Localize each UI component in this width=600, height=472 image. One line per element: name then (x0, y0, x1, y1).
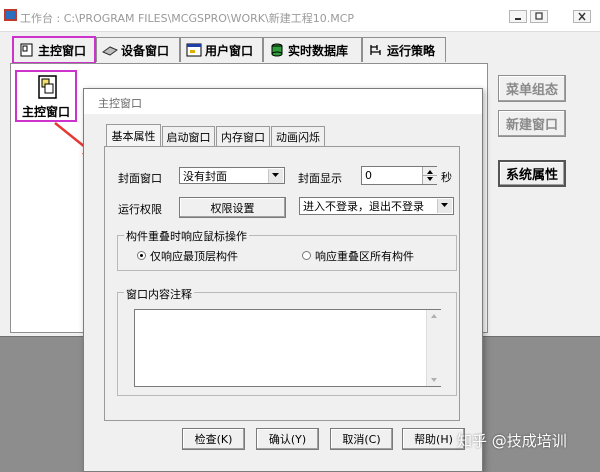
watermark: 知乎 @技成培训 (457, 432, 567, 450)
strategy-icon (370, 45, 381, 55)
new-window-button[interactable]: 新建窗口 (498, 110, 566, 137)
system-properties-button[interactable]: 系统属性 (498, 160, 566, 187)
permission-settings-button[interactable]: 权限设置 (179, 197, 286, 218)
window-comment-textarea[interactable] (134, 309, 441, 387)
cover-display-value: 0 (365, 169, 372, 182)
tab-label: 实时数据库 (288, 43, 349, 58)
check-button[interactable]: 检查(K) (182, 428, 245, 450)
database-icon (271, 43, 283, 57)
run-permission-label: 运行权限 (118, 203, 162, 216)
tab-memory-window[interactable]: 内存窗口 (216, 126, 270, 146)
main-window-item[interactable]: 主控窗口 (15, 70, 77, 122)
tab-basic-properties[interactable]: 基本属性 (106, 124, 161, 147)
comment-scrollbar[interactable] (426, 310, 441, 386)
main-window-icon (20, 43, 33, 57)
window-title: 工作台 : C:\PROGRAM FILES\MCGSPRO\WORK\新建工程… (20, 12, 355, 25)
tab-animation-blink[interactable]: 动画闪烁 (271, 126, 325, 146)
dialog-title: 主控窗口 (98, 97, 142, 110)
radio-all-overlap[interactable] (302, 251, 311, 260)
chevron-down-icon[interactable] (437, 199, 452, 213)
radio-top-layer[interactable] (137, 251, 146, 260)
cover-display-label: 封面显示 (298, 172, 342, 185)
chevron-down-icon[interactable] (268, 169, 283, 183)
tab-startup-window[interactable]: 启动窗口 (162, 126, 215, 146)
restore-button[interactable] (530, 10, 548, 23)
scroll-arrows-icon (431, 314, 437, 382)
menu-config-button[interactable]: 菜单组态 (498, 75, 566, 102)
login-mode-select[interactable]: 进入不登录，退出不登录 (299, 197, 454, 215)
title-bar[interactable]: 工作台 : C:\PROGRAM FILES\MCGSPRO\WORK\新建工程… (0, 0, 600, 32)
minimize-button[interactable] (509, 10, 527, 23)
tab-label: 用户窗口 (205, 43, 254, 58)
radio-all-overlap-label: 响应重叠区所有构件 (315, 250, 414, 263)
app-icon (4, 9, 17, 21)
login-mode-value: 进入不登录，退出不登录 (303, 200, 424, 213)
ok-button[interactable]: 确认(Y) (256, 428, 319, 450)
tab-label: 设备窗口 (121, 43, 170, 58)
main-window-item-icon (38, 75, 57, 99)
tab-label: 运行策略 (387, 43, 436, 58)
cancel-button[interactable]: 取消(C) (330, 428, 393, 450)
tab-realtime-database[interactable]: 实时数据库 (263, 37, 362, 62)
spinner-arrows-icon (423, 170, 437, 181)
tab-label: 主控窗口 (38, 43, 87, 58)
comment-group-title: 窗口内容注释 (124, 286, 194, 302)
cover-display-spinner[interactable] (422, 167, 437, 184)
tab-user-window[interactable]: 用户窗口 (180, 37, 263, 62)
main-window-properties-dialog: 主控窗口 基本属性 启动窗口 内存窗口 动画闪烁 封面窗口 没有封面 封面显示 … (83, 88, 483, 472)
device-icon (102, 46, 118, 56)
radio-top-layer-label: 仅响应最顶层构件 (150, 250, 238, 263)
user-window-icon (186, 43, 202, 57)
tab-device-window[interactable]: 设备窗口 (96, 37, 180, 62)
help-button[interactable]: 帮助(H) (402, 428, 465, 450)
close-button[interactable] (573, 10, 591, 23)
cover-window-value: 没有封面 (183, 169, 227, 183)
cover-display-unit: 秒 (441, 171, 452, 184)
tab-run-strategy[interactable]: 运行策略 (362, 37, 446, 62)
main-window-item-label: 主控窗口 (21, 105, 70, 119)
tab-main-window[interactable]: 主控窗口 (12, 36, 96, 64)
overlap-group-title: 构件重叠时响应鼠标操作 (124, 228, 249, 244)
cover-window-select[interactable]: 没有封面 (179, 167, 285, 184)
cover-window-label: 封面窗口 (118, 172, 162, 185)
dialog-title-bar[interactable]: 主控窗口 (84, 89, 482, 114)
